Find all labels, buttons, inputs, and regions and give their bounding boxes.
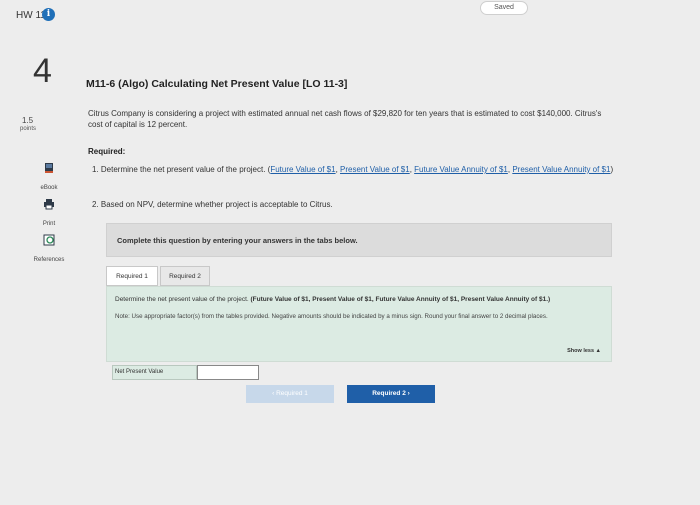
- saved-status-badge: Saved: [480, 1, 528, 15]
- book-icon: [45, 163, 53, 173]
- requirement-2: 2. Based on NPV, determine whether proje…: [92, 200, 333, 209]
- link-present-value-annuity[interactable]: Present Value Annuity of $1: [512, 165, 610, 174]
- link-future-value[interactable]: Future Value of $1: [270, 165, 335, 174]
- tab-required-1[interactable]: Required 1: [106, 266, 158, 286]
- tab-required-2[interactable]: Required 2: [160, 266, 210, 286]
- panel-instruction: Determine the net present value of the p…: [115, 296, 551, 303]
- requirement-1: 1. Determine the net present value of th…: [92, 165, 614, 174]
- question-body: Citrus Company is considering a project …: [88, 109, 602, 129]
- question-title: M11-6 (Algo) Calculating Net Present Val…: [86, 78, 348, 90]
- ebook-label: eBook: [40, 185, 58, 191]
- print-button[interactable]: Print: [28, 198, 70, 230]
- references-button[interactable]: References: [26, 234, 72, 266]
- instruction-text: Complete this question by entering your …: [117, 236, 358, 245]
- next-required-button[interactable]: Required 2 ›: [347, 385, 435, 403]
- question-sidebar: 4 1.5 points eBook Print References: [0, 30, 80, 505]
- info-icon[interactable]: i: [42, 8, 55, 21]
- instruction-box: Complete this question by entering your …: [106, 223, 612, 257]
- references-label: References: [33, 257, 65, 263]
- printer-icon: [44, 199, 54, 210]
- references-icon: [43, 234, 55, 246]
- required-heading: Required:: [88, 147, 126, 156]
- npv-input[interactable]: [197, 365, 259, 380]
- points-label: points: [20, 126, 37, 132]
- show-less-toggle[interactable]: Show less ▲: [567, 348, 601, 354]
- top-bar: HW 11 i Saved: [0, 0, 700, 30]
- link-future-value-annuity[interactable]: Future Value Annuity of $1: [414, 165, 508, 174]
- ebook-button[interactable]: eBook: [28, 162, 70, 194]
- link-present-value[interactable]: Present Value of $1: [340, 165, 410, 174]
- panel-note: Note: Use appropriate factor(s) from the…: [115, 313, 548, 320]
- question-number: 4: [33, 52, 52, 90]
- requirement-1-text: 1. Determine the net present value of th…: [92, 165, 271, 174]
- print-label: Print: [42, 221, 56, 227]
- npv-label: Net Present Value: [112, 365, 197, 380]
- points-value: 1.5: [22, 116, 34, 125]
- prev-required-button[interactable]: ‹ Required 1: [246, 385, 334, 403]
- requirement-panel: Determine the net present value of the p…: [106, 286, 612, 362]
